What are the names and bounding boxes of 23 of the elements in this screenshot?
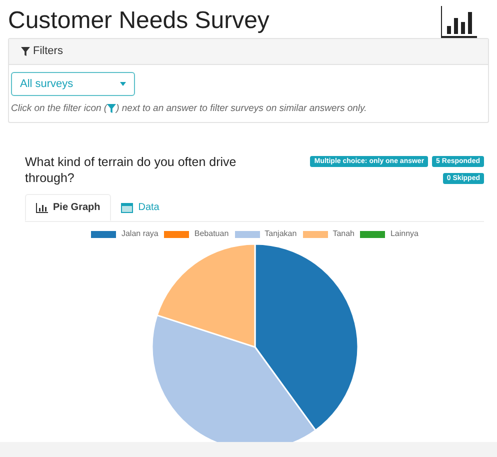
legend-swatch [234,230,260,238]
survey-select[interactable]: All surveys [11,72,135,96]
legend-label: Tanah [332,228,354,240]
graph-tab[interactable]: Pie Graph [25,194,112,222]
table-icon [121,202,134,213]
legend-swatch [164,230,190,238]
filters-heading: Filters [21,43,63,60]
legend-swatch [302,230,328,238]
legend-swatch [91,230,116,238]
graph-tab[interactable]: Data [111,194,170,222]
legend-label: Jalan raya [121,228,158,240]
bar-chart-icon [36,202,48,213]
legend-label: Bebatuan [194,228,229,240]
question-text: What kind of terrain do you often drive through? [25,154,238,186]
filter-icon [107,104,116,113]
filter-icon [21,47,30,56]
page-title: Customer Needs Survey [8,6,270,36]
legend-swatch [360,230,386,238]
caret-icon [120,82,126,86]
legend-label: Tanjakan [264,228,297,240]
filter-hint: Click on the filter icon ( ) next to an answer to filter surveys on similar answers only. [11,102,368,116]
legend-label: Lainnya [390,228,419,240]
bar-chart-icon[interactable] [441,6,477,38]
